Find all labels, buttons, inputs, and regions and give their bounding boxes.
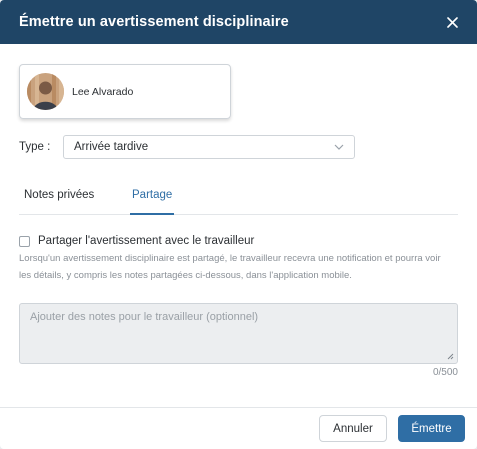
dialog-title: Émettre un avertissement disciplinaire (19, 14, 289, 30)
dialog-body: Lee Alvarado Type : Arrivée tardive Note… (0, 44, 477, 378)
tab-private-notes[interactable]: Notes privées (24, 181, 130, 215)
employee-name: Lee Alvarado (72, 85, 134, 98)
tab-bar: Notes privées Partage (19, 181, 458, 215)
resize-grip-icon[interactable] (447, 353, 454, 360)
type-select[interactable]: Arrivée tardive (63, 135, 355, 159)
share-helper-text: Lorsqu'un avertissement disciplinaire es… (19, 253, 441, 281)
close-button[interactable] (441, 11, 463, 33)
notes-char-counter: 0/500 (432, 367, 458, 378)
employee-card: Lee Alvarado (19, 64, 231, 119)
notes-textarea[interactable]: Ajouter des notes pour le travailleur (o… (19, 303, 458, 364)
share-checkbox-label[interactable]: Partager l'avertissement avec le travail… (38, 235, 254, 247)
notes-field: Ajouter des notes pour le travailleur (o… (19, 303, 458, 364)
type-select-value: Arrivée tardive (74, 141, 149, 153)
dialog-header: Émettre un avertissement disciplinaire (0, 0, 477, 44)
submit-button[interactable]: Émettre (398, 415, 465, 442)
tab-sharing[interactable]: Partage (130, 181, 175, 215)
type-row: Type : Arrivée tardive (19, 135, 458, 159)
type-label: Type : (19, 141, 51, 153)
dialog-footer: Annuler Émettre (0, 407, 477, 449)
chevron-down-icon (334, 144, 344, 150)
discipline-dialog: Émettre un avertissement disciplinaire L (0, 0, 477, 449)
share-row: Partager l'avertissement avec le travail… (19, 235, 458, 247)
close-icon (446, 16, 458, 28)
share-checkbox[interactable] (19, 235, 30, 247)
cancel-button[interactable]: Annuler (319, 415, 387, 442)
avatar (27, 73, 64, 110)
